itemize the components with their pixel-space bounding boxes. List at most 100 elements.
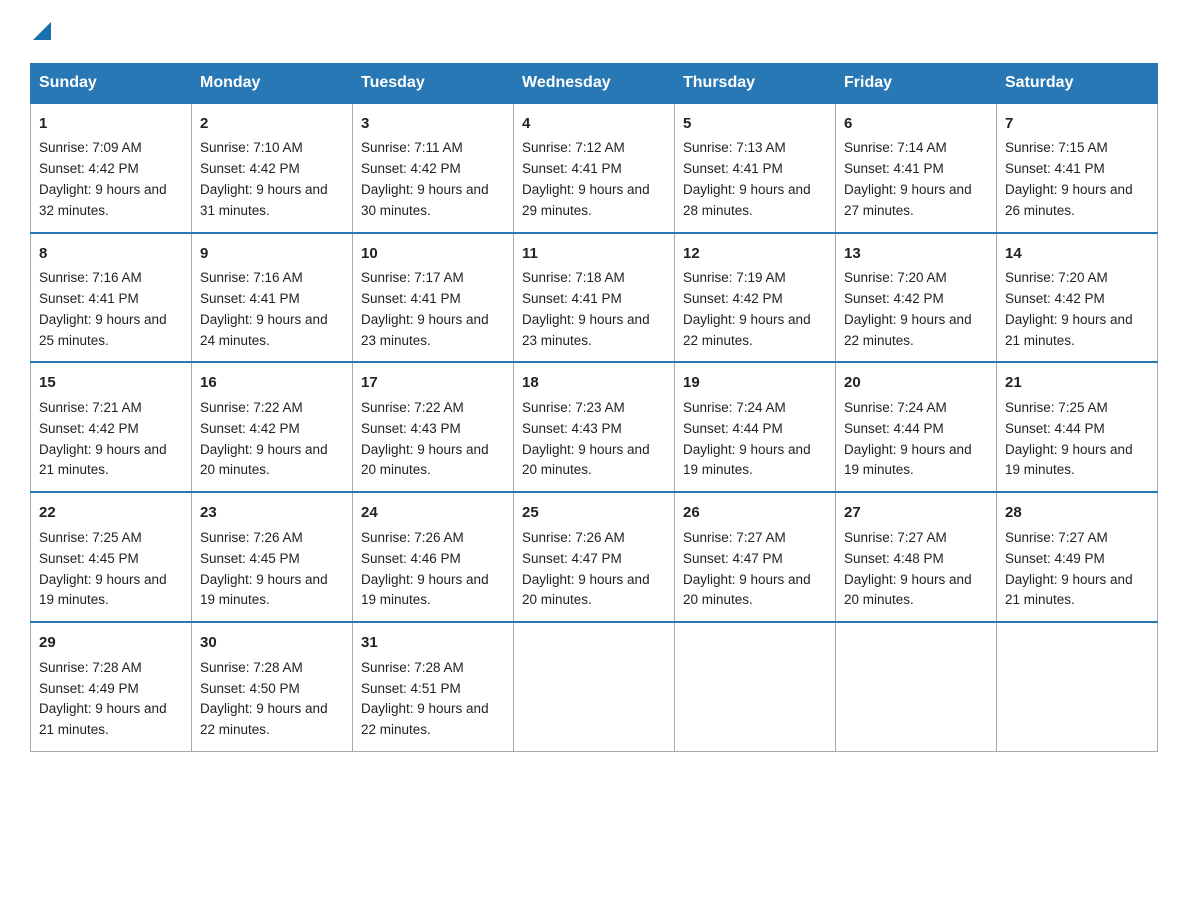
- calendar-cell: 30Sunrise: 7:28 AMSunset: 4:50 PMDayligh…: [192, 622, 353, 751]
- day-number: 26: [683, 501, 827, 524]
- calendar-cell: [836, 622, 997, 751]
- calendar-week-row: 29 Sunrise: 7:28 AM Sunset: 4:49 PM Dayligh…: [31, 622, 1158, 751]
- calendar-cell: [514, 622, 675, 751]
- calendar-cell: 5 Sunrise: 7:13 AM Sunset: 4:41 PM Daylight…: [675, 103, 836, 233]
- daylight-text: Daylight: 9 hours and 23 minutes.: [522, 312, 650, 348]
- sunset-text: Sunset: 4:41 PM: [683, 161, 783, 176]
- calendar-week-row: 22Sunrise: 7:25 AMSunset: 4:45 PMDayligh…: [31, 492, 1158, 622]
- sunrise-text: Sunrise: 7:22 AM: [361, 400, 464, 415]
- daylight-text: Daylight: 9 hours and 26 minutes.: [1005, 182, 1133, 218]
- sunrise-text: Sunrise: 7:26 AM: [200, 530, 303, 545]
- calendar-cell: 7Sunrise: 7:15 AMSunset: 4:41 PMDaylight…: [997, 103, 1158, 233]
- calendar-cell: [997, 622, 1158, 751]
- sunset-text: Sunset: 4:45 PM: [200, 551, 300, 566]
- sunset-text: Sunset: 4:50 PM: [200, 681, 300, 696]
- sunrise-text: Sunrise: 7:16 AM: [39, 270, 142, 285]
- day-number: 24: [361, 501, 505, 524]
- sunset-text: Sunset: 4:48 PM: [844, 551, 944, 566]
- daylight-text: Daylight: 9 hours and 20 minutes.: [361, 442, 489, 478]
- calendar-cell: 16Sunrise: 7:22 AMSunset: 4:42 PMDayligh…: [192, 362, 353, 492]
- daylight-text: Daylight: 9 hours and 28 minutes.: [683, 182, 811, 218]
- calendar-cell: 29Sunrise: 7:28 AMSunset: 4:49 PMDayligh…: [31, 622, 192, 751]
- day-number: 10: [361, 242, 505, 265]
- sunrise-text: Sunrise: 7:09 AM: [39, 140, 142, 155]
- day-number: 15: [39, 371, 183, 394]
- calendar-cell: 17Sunrise: 7:22 AMSunset: 4:43 PMDayligh…: [353, 362, 514, 492]
- daylight-text: Daylight: 9 hours and 22 minutes.: [844, 312, 972, 348]
- sunset-text: Sunset: 4:42 PM: [1005, 291, 1105, 306]
- sunset-text: Sunset: 4:44 PM: [844, 421, 944, 436]
- sunrise-text: Sunrise: 7:22 AM: [200, 400, 303, 415]
- sunrise-text: Sunrise: 7:26 AM: [361, 530, 464, 545]
- sunrise-text: Sunrise: 7:12 AM: [522, 140, 625, 155]
- daylight-text: Daylight: 9 hours and 20 minutes.: [683, 572, 811, 608]
- weekday-header-thursday: Thursday: [675, 63, 836, 103]
- sunset-text: Sunset: 4:43 PM: [522, 421, 622, 436]
- daylight-text: Daylight: 9 hours and 32 minutes.: [39, 182, 167, 218]
- daylight-text: Daylight: 9 hours and 19 minutes.: [200, 572, 328, 608]
- sunset-text: Sunset: 4:49 PM: [39, 681, 139, 696]
- sunset-text: Sunset: 4:49 PM: [1005, 551, 1105, 566]
- daylight-text: Daylight: 9 hours and 20 minutes.: [200, 442, 328, 478]
- day-number: 9: [200, 242, 344, 265]
- sunrise-text: Sunrise: 7:23 AM: [522, 400, 625, 415]
- calendar-cell: 1Sunrise: 7:09 AMSunset: 4:42 PMDaylight…: [31, 103, 192, 233]
- sunset-text: Sunset: 4:41 PM: [200, 291, 300, 306]
- weekday-header-row: SundayMondayTuesdayWednesdayThursdayFrid…: [31, 63, 1158, 103]
- weekday-header-saturday: Saturday: [997, 63, 1158, 103]
- sunrise-text: Sunrise: 7:27 AM: [844, 530, 947, 545]
- calendar-cell: 12Sunrise: 7:19 AMSunset: 4:42 PMDayligh…: [675, 233, 836, 363]
- daylight-text: Daylight: 9 hours and 24 minutes.: [200, 312, 328, 348]
- daylight-text: Daylight: 9 hours and 31 minutes.: [200, 182, 328, 218]
- day-number: 5: [683, 112, 827, 135]
- day-number: 13: [844, 242, 988, 265]
- sunset-text: Sunset: 4:42 PM: [39, 161, 139, 176]
- calendar-cell: 26 Sunrise: 7:27 AM Sunset: 4:47 PM Dayligh…: [675, 492, 836, 622]
- sunset-text: Sunset: 4:44 PM: [683, 421, 783, 436]
- sunset-text: Sunset: 4:41 PM: [39, 291, 139, 306]
- calendar-cell: 23Sunrise: 7:26 AMSunset: 4:45 PMDayligh…: [192, 492, 353, 622]
- day-number: 31: [361, 631, 505, 654]
- sunset-text: Sunset: 4:41 PM: [844, 161, 944, 176]
- day-number: 22: [39, 501, 183, 524]
- calendar-cell: 4Sunrise: 7:12 AMSunset: 4:41 PMDaylight…: [514, 103, 675, 233]
- day-number: 25: [522, 501, 666, 524]
- sunrise-text: Sunrise: 7:17 AM: [361, 270, 464, 285]
- sunset-text: Sunset: 4:47 PM: [683, 551, 783, 566]
- sunrise-text: Sunrise: 7:26 AM: [522, 530, 625, 545]
- weekday-header-friday: Friday: [836, 63, 997, 103]
- sunrise-text: Sunrise: 7:28 AM: [39, 660, 142, 675]
- sunrise-text: Sunrise: 7:27 AM: [683, 530, 786, 545]
- logo-triangle-icon: [33, 22, 51, 40]
- sunset-text: Sunset: 4:45 PM: [39, 551, 139, 566]
- day-number: 29: [39, 631, 183, 654]
- sunset-text: Sunset: 4:44 PM: [1005, 421, 1105, 436]
- sunrise-text: Sunrise: 7:25 AM: [1005, 400, 1108, 415]
- day-number: 16: [200, 371, 344, 394]
- daylight-text: Daylight: 9 hours and 21 minutes.: [39, 442, 167, 478]
- sunset-text: Sunset: 4:41 PM: [522, 291, 622, 306]
- day-number: 19: [683, 371, 827, 394]
- daylight-text: Daylight: 9 hours and 19 minutes.: [361, 572, 489, 608]
- sunrise-text: Sunrise: 7:13 AM: [683, 140, 786, 155]
- sunrise-text: Sunrise: 7:21 AM: [39, 400, 142, 415]
- sunrise-text: Sunrise: 7:28 AM: [361, 660, 464, 675]
- daylight-text: Daylight: 9 hours and 20 minutes.: [522, 572, 650, 608]
- day-number: 8: [39, 242, 183, 265]
- day-number: 18: [522, 371, 666, 394]
- calendar-body: 1Sunrise: 7:09 AMSunset: 4:42 PMDaylight…: [31, 103, 1158, 752]
- calendar-cell: 6Sunrise: 7:14 AMSunset: 4:41 PMDaylight…: [836, 103, 997, 233]
- sunrise-text: Sunrise: 7:24 AM: [683, 400, 786, 415]
- calendar-cell: 22Sunrise: 7:25 AMSunset: 4:45 PMDayligh…: [31, 492, 192, 622]
- calendar-cell: 3Sunrise: 7:11 AMSunset: 4:42 PMDaylight…: [353, 103, 514, 233]
- calendar-cell: [675, 622, 836, 751]
- calendar-cell: 11Sunrise: 7:18 AMSunset: 4:41 PMDayligh…: [514, 233, 675, 363]
- day-number: 17: [361, 371, 505, 394]
- daylight-text: Daylight: 9 hours and 21 minutes.: [1005, 312, 1133, 348]
- calendar-cell: 21Sunrise: 7:25 AMSunset: 4:44 PMDayligh…: [997, 362, 1158, 492]
- daylight-text: Daylight: 9 hours and 22 minutes.: [361, 701, 489, 737]
- daylight-text: Daylight: 9 hours and 27 minutes.: [844, 182, 972, 218]
- day-number: 12: [683, 242, 827, 265]
- daylight-text: Daylight: 9 hours and 19 minutes.: [683, 442, 811, 478]
- sunrise-text: Sunrise: 7:15 AM: [1005, 140, 1108, 155]
